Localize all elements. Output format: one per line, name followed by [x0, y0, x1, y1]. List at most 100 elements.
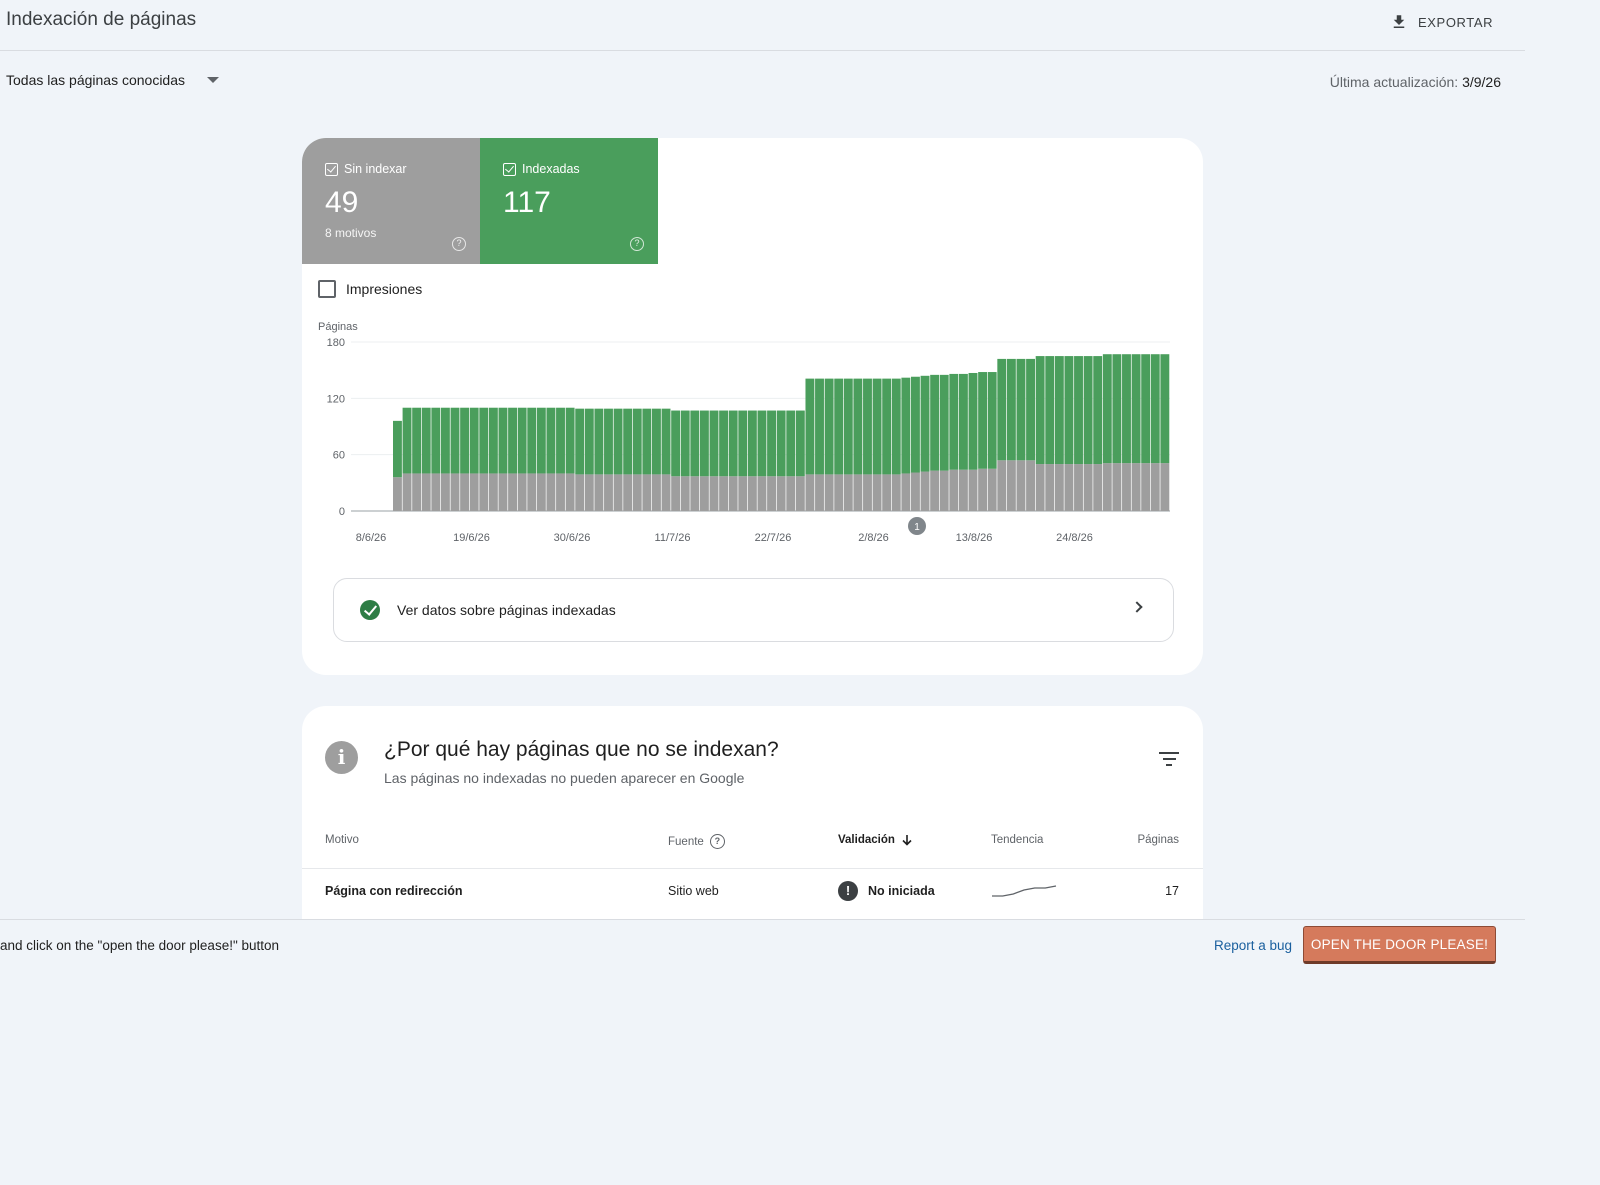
- column-header-reason[interactable]: Motivo: [325, 834, 359, 846]
- reasons-title: ¿Por qué hay páginas que no se indexan?: [384, 738, 779, 761]
- bar-not-indexed: [508, 473, 517, 511]
- bar-not-indexed: [536, 473, 546, 511]
- caret-down-icon: [207, 77, 220, 83]
- exclamation-icon: !: [838, 881, 858, 901]
- bar-not-indexed: [623, 474, 633, 511]
- column-header-validation[interactable]: Validación: [838, 834, 913, 846]
- bar-indexed: [632, 408, 642, 475]
- last-update-value: 3/9/26: [1462, 74, 1501, 90]
- help-icon[interactable]: ?: [709, 834, 725, 849]
- report-bug-link[interactable]: Report a bug: [1214, 938, 1292, 953]
- tile-indexed[interactable]: Indexadas 117 ?: [480, 138, 658, 264]
- bar-indexed: [1035, 356, 1045, 465]
- bar-not-indexed: [469, 473, 479, 511]
- tile-indexed-value: 117: [503, 186, 551, 219]
- instruction-text: and click on the "open the door please!"…: [0, 938, 280, 953]
- bar-not-indexed: [546, 473, 556, 511]
- page-header: Indexación de páginas EXPORTAR: [0, 0, 1525, 51]
- bar-indexed: [565, 407, 575, 474]
- bar-not-indexed: [1006, 460, 1016, 511]
- bar-indexed: [719, 410, 729, 477]
- export-label: EXPORTAR: [1418, 14, 1494, 30]
- impressions-toggle[interactable]: Impresiones: [318, 280, 422, 298]
- tile-not-indexed[interactable]: Sin indexar 49 8 motivos ?: [302, 138, 480, 264]
- bar-not-indexed: [556, 473, 565, 511]
- bar-not-indexed: [949, 469, 959, 511]
- bar-indexed: [815, 378, 824, 475]
- bar-not-indexed: [882, 474, 892, 511]
- column-header-pages[interactable]: Páginas: [1137, 834, 1179, 846]
- bar-not-indexed: [901, 473, 911, 511]
- bar-indexed: [863, 378, 872, 475]
- bar-not-indexed: [699, 476, 709, 511]
- bar-not-indexed: [1131, 463, 1141, 511]
- bar-not-indexed: [863, 474, 872, 511]
- checkbox-checked-icon: [503, 162, 516, 176]
- column-header-source[interactable]: Fuente ?: [668, 834, 725, 849]
- bar-not-indexed: [402, 473, 412, 511]
- bar-not-indexed: [939, 470, 949, 511]
- bar-indexed: [575, 408, 585, 475]
- bar-indexed: [1083, 356, 1093, 465]
- bar-indexed: [517, 407, 527, 474]
- row-reason[interactable]: Página con redirección: [325, 884, 463, 898]
- last-update: Última actualización: 3/9/26: [1330, 74, 1501, 90]
- bar-indexed: [556, 407, 565, 474]
- bar-indexed: [1141, 354, 1151, 464]
- bar-not-indexed: [594, 474, 604, 511]
- bar-indexed: [642, 408, 652, 475]
- bar-not-indexed: [891, 474, 901, 511]
- bar-not-indexed: [604, 474, 613, 511]
- bar-not-indexed: [920, 471, 930, 511]
- bar-indexed: [1102, 354, 1112, 464]
- pages-filter-dropdown[interactable]: Todas las páginas conocidas: [6, 72, 220, 88]
- bar-not-indexed: [393, 477, 402, 511]
- bar-not-indexed: [661, 474, 671, 511]
- last-update-label: Última actualización:: [1329, 74, 1459, 90]
- column-header-trend[interactable]: Tendencia: [991, 834, 1043, 846]
- bar-indexed: [805, 378, 815, 475]
- filter-icon-line: [1162, 758, 1176, 760]
- bar-not-indexed: [776, 476, 786, 511]
- bar-not-indexed: [834, 474, 844, 511]
- bar-indexed: [901, 377, 911, 474]
- open-door-button[interactable]: OPEN THE DOOR PLEASE!: [1303, 926, 1496, 964]
- filter-icon[interactable]: [1159, 752, 1179, 766]
- table-divider: [302, 868, 1203, 869]
- column-header-source-label: Fuente: [668, 835, 704, 848]
- filter-icon-line: [1159, 752, 1179, 754]
- page-title: Indexación de páginas: [6, 9, 197, 30]
- bar-indexed: [460, 407, 470, 474]
- bar-not-indexed: [815, 474, 824, 511]
- bar-indexed: [1093, 356, 1103, 465]
- bar-indexed: [853, 378, 863, 475]
- help-icon[interactable]: ?: [630, 237, 644, 251]
- bar-indexed: [930, 374, 940, 471]
- bar-indexed: [757, 410, 767, 477]
- bar-indexed: [949, 373, 959, 470]
- bar-indexed: [421, 407, 431, 474]
- bar-not-indexed: [1093, 464, 1103, 511]
- bar-not-indexed: [872, 474, 882, 511]
- row-validation-label: No iniciada: [868, 884, 935, 898]
- pages-stacked-bar-chart: Páginas 0 60 120 180 8/6/26 19/6/26 30/6/26 11/7…: [318, 321, 1170, 544]
- help-icon[interactable]: ?: [452, 237, 466, 251]
- impressions-checkbox[interactable]: [318, 280, 336, 298]
- bar-not-indexed: [584, 474, 594, 511]
- bar-indexed: [1074, 356, 1083, 465]
- indexed-pages-link[interactable]: Ver datos sobre páginas indexadas: [333, 578, 1174, 642]
- bar-indexed: [594, 408, 604, 475]
- export-button[interactable]: EXPORTAR: [1390, 8, 1493, 36]
- bar-indexed: [469, 407, 479, 474]
- filter-icon-line: [1166, 764, 1172, 766]
- bar-not-indexed: [450, 473, 460, 511]
- bar-not-indexed: [805, 474, 815, 511]
- bar-not-indexed: [1054, 464, 1064, 511]
- not-indexed-reasons-card: i ¿Por qué hay páginas que no se indexan…: [302, 706, 1203, 921]
- x-tick-label: 30/6/26: [554, 532, 591, 544]
- bar-not-indexed: [795, 476, 805, 511]
- bar-indexed: [498, 407, 508, 474]
- indexing-chart-card: Sin indexar 49 8 motivos ? Indexadas 117…: [302, 138, 1203, 675]
- bar-indexed: [1150, 354, 1160, 464]
- bar-indexed: [1112, 354, 1122, 464]
